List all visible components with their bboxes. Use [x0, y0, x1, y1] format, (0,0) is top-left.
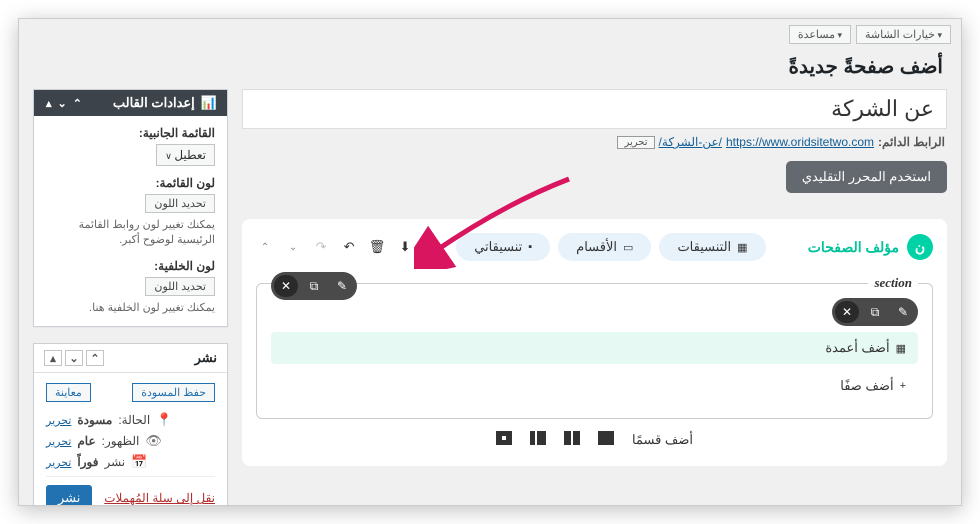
close-row-icon[interactable]: ✕	[835, 301, 859, 323]
formats-icon: ▦	[737, 241, 747, 254]
close-icon[interactable]: ✕	[274, 275, 298, 297]
add-section-row: أضف قسمًا	[256, 419, 933, 452]
publish-button[interactable]: نشر	[46, 485, 92, 506]
theme-settings-panel: 📊 إعدادات القالب ⌃ ⌄ ▴ القائمة الجانبية:…	[33, 89, 228, 327]
help-button[interactable]: مساعدة	[789, 25, 851, 44]
builder-tools: ⬇ 🗑 ↶ ↷ ⌄ ⌃	[256, 239, 414, 255]
layout-half-icon[interactable]	[564, 431, 580, 448]
trash-link[interactable]: نقل إلى سلة المُهملات	[104, 491, 215, 505]
theme-panel-head: 📊 إعدادات القالب ⌃ ⌄ ▴	[34, 90, 227, 116]
sections-icon: ▭	[623, 241, 633, 254]
schedule-value: فوراً	[77, 455, 98, 469]
page-builder: ن مؤلف الصفحات ▦ التنسيقات ▭ الأقسام	[242, 219, 947, 466]
layout-more-icon[interactable]	[496, 431, 512, 448]
top-toolbar: مساعدة خيارات الشاشة	[19, 19, 961, 50]
schedule-label: نشر	[104, 455, 125, 469]
chevron-up-icon[interactable]: ⌃	[256, 242, 274, 253]
publish-panel: نشر ⌃ ⌄ ▴ حفظ المسودة معاينة 📍 الحالة:	[33, 343, 228, 506]
permalink-row: تحرير /عن-الشركة/ https://www.oridsitetw…	[242, 129, 947, 155]
row-toolbar: ✎ ⧉ ✕	[832, 298, 918, 326]
theme-icon: 📊	[201, 95, 217, 111]
builder-section: section ✎ ⧉ ✕ ✎ ⧉ ✕ ▦	[256, 283, 933, 419]
chevron-down-icon[interactable]: ⌄	[284, 242, 302, 253]
add-row-label: أضف صفًا	[840, 378, 893, 394]
edit-row-icon[interactable]: ✎	[891, 301, 915, 323]
permalink-url[interactable]: https://www.oridsitetwo.com	[726, 135, 874, 149]
panel-toggle-icon[interactable]: ▴	[44, 350, 62, 366]
bg-color-hint: يمكنك تغيير لون الخلفية هنا.	[46, 301, 215, 316]
classic-editor-button[interactable]: استخدم المحرر التقليدي	[786, 161, 947, 193]
publish-panel-title: نشر	[195, 350, 217, 366]
status-label: الحالة:	[118, 413, 150, 427]
theme-panel-title: إعدادات القالب	[113, 95, 195, 111]
app-frame: ORIDSITE.COM مساعدة خيارات الشاشة أضف صف…	[18, 18, 962, 506]
preview-button[interactable]: معاينة	[46, 383, 91, 402]
layout-full-icon[interactable]	[598, 431, 614, 448]
panel-up-icon[interactable]: ⌃	[86, 350, 104, 366]
builder-logo-icon: ن	[907, 234, 933, 260]
eye-icon: 👁	[145, 433, 162, 449]
bg-color-button[interactable]: تحديد اللون	[145, 277, 215, 296]
visibility-edit-link[interactable]: تحرير	[46, 435, 71, 448]
sidebar-column: 📊 إعدادات القالب ⌃ ⌄ ▴ القائمة الجانبية:…	[33, 89, 228, 506]
section-label: section	[868, 275, 918, 291]
trash-icon[interactable]: 🗑	[368, 239, 386, 255]
permalink-edit-button[interactable]: تحرير	[617, 136, 654, 149]
publish-panel-head: نشر ⌃ ⌄ ▴	[34, 344, 227, 373]
panel-toggle-icon[interactable]: ▴	[44, 97, 54, 110]
columns-icon: ▦	[896, 342, 906, 355]
page-title-input[interactable]	[242, 89, 947, 129]
builder-logo: ن مؤلف الصفحات	[808, 234, 933, 260]
status-value: مسودة	[77, 413, 112, 427]
tab-sections[interactable]: ▭ الأقسام	[558, 233, 651, 261]
status-line: 📍 الحالة: مسودة تحرير	[46, 412, 215, 428]
add-section-label[interactable]: أضف قسمًا	[632, 432, 693, 448]
add-columns-label: أضف أعمدة	[825, 340, 889, 356]
visibility-line: 👁 الظهور: عام تحرير	[46, 433, 215, 449]
visibility-label: الظهور:	[102, 434, 140, 448]
duplicate-icon[interactable]: ⧉	[302, 275, 326, 297]
schedule-edit-link[interactable]: تحرير	[46, 456, 71, 469]
tab-my-formats[interactable]: ▪ تنسيقاتي	[456, 233, 550, 261]
section-toolbar: ✎ ⧉ ✕	[271, 272, 357, 300]
plus-icon: +	[900, 380, 906, 392]
builder-logo-text: مؤلف الصفحات	[808, 239, 899, 256]
tab-formats-label: التنسيقات	[677, 239, 731, 255]
duplicate-row-icon[interactable]: ⧉	[863, 301, 887, 323]
builder-tabs: ▦ التنسيقات ▭ الأقسام ▪ تنسيقاتي	[456, 233, 765, 261]
menu-color-hint: يمكنك تغيير لون روابط القائمة الرئيسية ل…	[46, 218, 215, 249]
save-draft-button[interactable]: حفظ المسودة	[132, 383, 215, 402]
undo-icon[interactable]: ↶	[340, 239, 358, 255]
pin-icon: 📍	[156, 412, 172, 428]
tab-sections-label: الأقسام	[576, 239, 617, 255]
menu-color-button[interactable]: تحديد اللون	[145, 194, 215, 213]
status-edit-link[interactable]: تحرير	[46, 414, 71, 427]
my-formats-icon: ▪	[528, 241, 532, 253]
panel-up-icon[interactable]: ⌃	[71, 97, 84, 110]
page-heading: أضف صفحةً جديدةً	[19, 50, 961, 89]
main-column: تحرير /عن-الشركة/ https://www.oridsitetw…	[242, 89, 947, 506]
row-toolbar-wrap: ✎ ⧉ ✕	[271, 298, 918, 326]
visibility-value: عام	[77, 434, 95, 448]
side-menu-label: القائمة الجانبية:	[46, 126, 215, 140]
permalink-slug[interactable]: /عن-الشركة/	[659, 135, 722, 149]
layout-sidebar-icon[interactable]	[530, 431, 546, 448]
tab-formats[interactable]: ▦ التنسيقات	[659, 233, 765, 261]
tab-my-formats-label: تنسيقاتي	[474, 239, 522, 255]
permalink-label: الرابط الدائم:	[878, 135, 945, 149]
edit-icon[interactable]: ✎	[330, 275, 354, 297]
redo-icon[interactable]: ↷	[312, 239, 330, 255]
download-icon[interactable]: ⬇	[396, 239, 414, 255]
add-columns-row[interactable]: ▦ أضف أعمدة	[271, 332, 918, 364]
bg-color-label: لون الخلفية:	[46, 259, 215, 273]
panel-down-icon[interactable]: ⌄	[56, 97, 69, 110]
calendar-icon: 📅	[131, 454, 147, 470]
schedule-line: 📅 نشر فوراً تحرير	[46, 454, 215, 470]
add-row-row[interactable]: + أضف صفًا	[271, 372, 918, 400]
screen-options-button[interactable]: خيارات الشاشة	[856, 25, 951, 44]
side-menu-select[interactable]: تعطيل	[156, 144, 215, 166]
menu-color-label: لون القائمة:	[46, 176, 215, 190]
panel-down-icon[interactable]: ⌄	[65, 350, 83, 366]
